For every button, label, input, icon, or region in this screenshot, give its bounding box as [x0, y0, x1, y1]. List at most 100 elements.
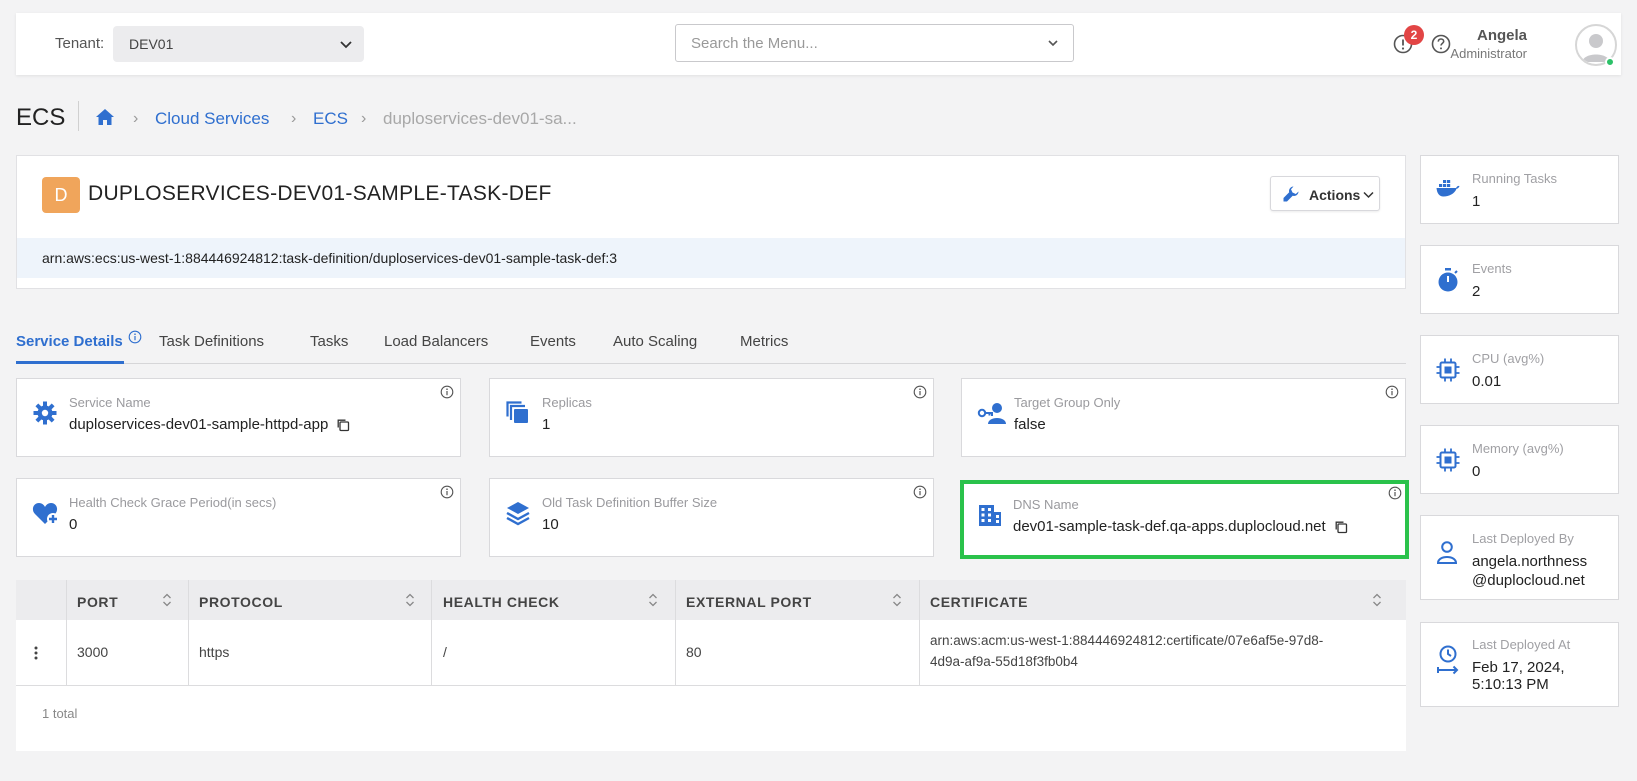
user-name[interactable]: Angela — [1477, 27, 1527, 44]
chevron-down-icon — [1047, 37, 1059, 49]
tab-load-balancers[interactable]: Load Balancers — [384, 333, 488, 350]
info-icon[interactable] — [440, 385, 454, 399]
user-key-icon — [977, 400, 1007, 426]
actions-button[interactable]: Actions — [1270, 176, 1380, 211]
health-check-grace-label: Health Check Grace Period(in secs) — [69, 495, 277, 510]
entity-letter-badge: D — [42, 177, 80, 213]
column-header-certificate[interactable]: CERTIFICATE — [930, 594, 1028, 610]
stat-label: Last Deployed By — [1472, 531, 1574, 546]
dns-name-label: DNS Name — [1013, 497, 1079, 512]
info-icon[interactable] — [440, 485, 454, 499]
stat-running-tasks: Running Tasks 1 — [1420, 155, 1619, 224]
tab-events[interactable]: Events — [530, 333, 576, 350]
tab-metrics[interactable]: Metrics — [740, 333, 788, 350]
info-icon[interactable] — [1385, 385, 1399, 399]
row-menu-icon[interactable] — [34, 646, 38, 660]
docker-icon — [1436, 178, 1460, 198]
old-task-buffer-card: Old Task Definition Buffer Size 10 — [489, 478, 934, 557]
stat-value-line1: Feb 17, 2024, — [1472, 659, 1565, 676]
dns-name-card: DNS Name dev01-sample-task-def.qa-apps.d… — [960, 480, 1409, 559]
arn-bar: arn:aws:ecs:us-west-1:884446924812:task-… — [17, 238, 1405, 278]
health-check-grace-card: Health Check Grace Period(in secs) 0 — [16, 478, 461, 557]
table-total: 1 total — [42, 706, 78, 721]
stat-value-line1: angela.northness — [1472, 553, 1588, 570]
breadcrumb-cloud-services[interactable]: Cloud Services — [155, 109, 269, 129]
dns-name-value: dev01-sample-task-def.qa-apps.duplocloud… — [1013, 518, 1348, 535]
layers-icon — [505, 500, 531, 526]
building-icon — [977, 502, 1003, 528]
breadcrumb-current: duploservices-dev01-sa... — [383, 109, 577, 128]
tenant-label: Tenant: — [55, 35, 105, 52]
target-group-only-card: Target Group Only false — [961, 378, 1406, 457]
stat-cpu: CPU (avg%) 0.01 — [1420, 335, 1619, 404]
gear-icon — [32, 400, 58, 426]
chevron-down-icon — [338, 36, 354, 52]
health-check-grace-value: 0 — [69, 516, 78, 533]
heart-plus-icon — [32, 500, 60, 526]
stat-last-deployed-at: Last Deployed At Feb 17, 2024, 5:10:13 P… — [1420, 622, 1619, 707]
old-task-buffer-label: Old Task Definition Buffer Size — [542, 495, 718, 510]
replicas-label: Replicas — [542, 395, 592, 410]
stat-value-line2: 5:10:13 PM — [1472, 676, 1549, 693]
cpu-icon — [1436, 358, 1460, 382]
notification-badge[interactable]: 2 — [1404, 25, 1424, 45]
cell-certificate-line2: 4d9a-af9a-55d18f3fb0b4 — [930, 654, 1078, 669]
stopwatch-icon — [1436, 267, 1460, 293]
stat-label: Memory (avg%) — [1472, 441, 1564, 456]
entity-title: DUPLOSERVICES-DEV01-SAMPLE-TASK-DEF — [88, 182, 552, 205]
target-group-only-label: Target Group Only — [1014, 395, 1121, 410]
table-header: PORT PROTOCOL HEALTH CHECK EXTERNAL PORT… — [16, 580, 1406, 620]
tab-auto-scaling[interactable]: Auto Scaling — [613, 333, 697, 350]
sort-icon[interactable] — [405, 592, 415, 608]
ports-table: PORT PROTOCOL HEALTH CHECK EXTERNAL PORT… — [16, 580, 1406, 751]
cell-port: 3000 — [77, 644, 109, 660]
breadcrumb-ecs[interactable]: ECS — [313, 109, 348, 129]
sort-icon[interactable] — [892, 592, 902, 608]
column-header-external-port[interactable]: EXTERNAL PORT — [686, 594, 812, 610]
column-header-health-check[interactable]: HEALTH CHECK — [443, 594, 560, 610]
tab-bar: Service Details Task Definitions Tasks L… — [16, 330, 1406, 364]
stat-label: Events — [1472, 261, 1512, 276]
task-definition-header-card: D DUPLOSERVICES-DEV01-SAMPLE-TASK-DEF Ac… — [16, 155, 1406, 289]
replicas-card: Replicas 1 — [489, 378, 934, 457]
online-status-dot — [1605, 57, 1615, 67]
stat-label: Last Deployed At — [1472, 637, 1571, 652]
info-icon[interactable] — [913, 485, 927, 499]
memory-chip-icon — [1436, 448, 1460, 472]
dns-name-text: dev01-sample-task-def.qa-apps.duplocloud… — [1013, 518, 1326, 535]
info-icon[interactable] — [913, 385, 927, 399]
stat-value-line2: @duplocloud.net — [1472, 572, 1585, 589]
column-header-protocol[interactable]: PROTOCOL — [199, 594, 283, 610]
tab-task-definitions[interactable]: Task Definitions — [159, 333, 264, 350]
breadcrumb-separator: › — [133, 110, 139, 127]
copy-icon[interactable] — [336, 418, 350, 432]
info-icon[interactable] — [1388, 486, 1402, 500]
top-bar: Tenant: DEV01 Search the Menu... 2 Angel… — [16, 13, 1621, 75]
replicas-value: 1 — [542, 416, 551, 433]
tab-tasks[interactable]: Tasks — [310, 333, 348, 350]
arn-text: arn:aws:ecs:us-west-1:884446924812:task-… — [42, 250, 618, 266]
stat-value: 0.01 — [1472, 373, 1502, 390]
tenant-select-value: DEV01 — [129, 36, 174, 52]
person-icon — [1436, 540, 1458, 564]
cell-health-check: / — [443, 644, 447, 660]
service-name-text: duploservices-dev01-sample-httpd-app — [69, 416, 329, 433]
tab-service-details[interactable]: Service Details — [16, 333, 123, 350]
actions-button-label: Actions — [1309, 187, 1361, 203]
copy-icon[interactable] — [1334, 520, 1348, 534]
service-name-label: Service Name — [69, 395, 151, 410]
menu-search-input[interactable]: Search the Menu... — [675, 24, 1074, 62]
sort-icon[interactable] — [1372, 592, 1382, 608]
help-icon[interactable] — [1430, 33, 1452, 55]
chevron-down-icon — [1363, 191, 1374, 199]
wrench-icon — [1282, 185, 1300, 203]
cell-certificate-line1: arn:aws:acm:us-west-1:884446924812:certi… — [930, 633, 1324, 648]
info-icon — [128, 330, 142, 344]
sort-icon[interactable] — [162, 592, 172, 608]
home-icon[interactable] — [95, 108, 115, 126]
user-role: Administrator — [1450, 46, 1527, 61]
breadcrumb-separator: › — [361, 110, 367, 127]
sort-icon[interactable] — [648, 592, 658, 608]
column-header-port[interactable]: PORT — [77, 594, 118, 610]
tenant-select[interactable]: DEV01 — [113, 26, 364, 62]
